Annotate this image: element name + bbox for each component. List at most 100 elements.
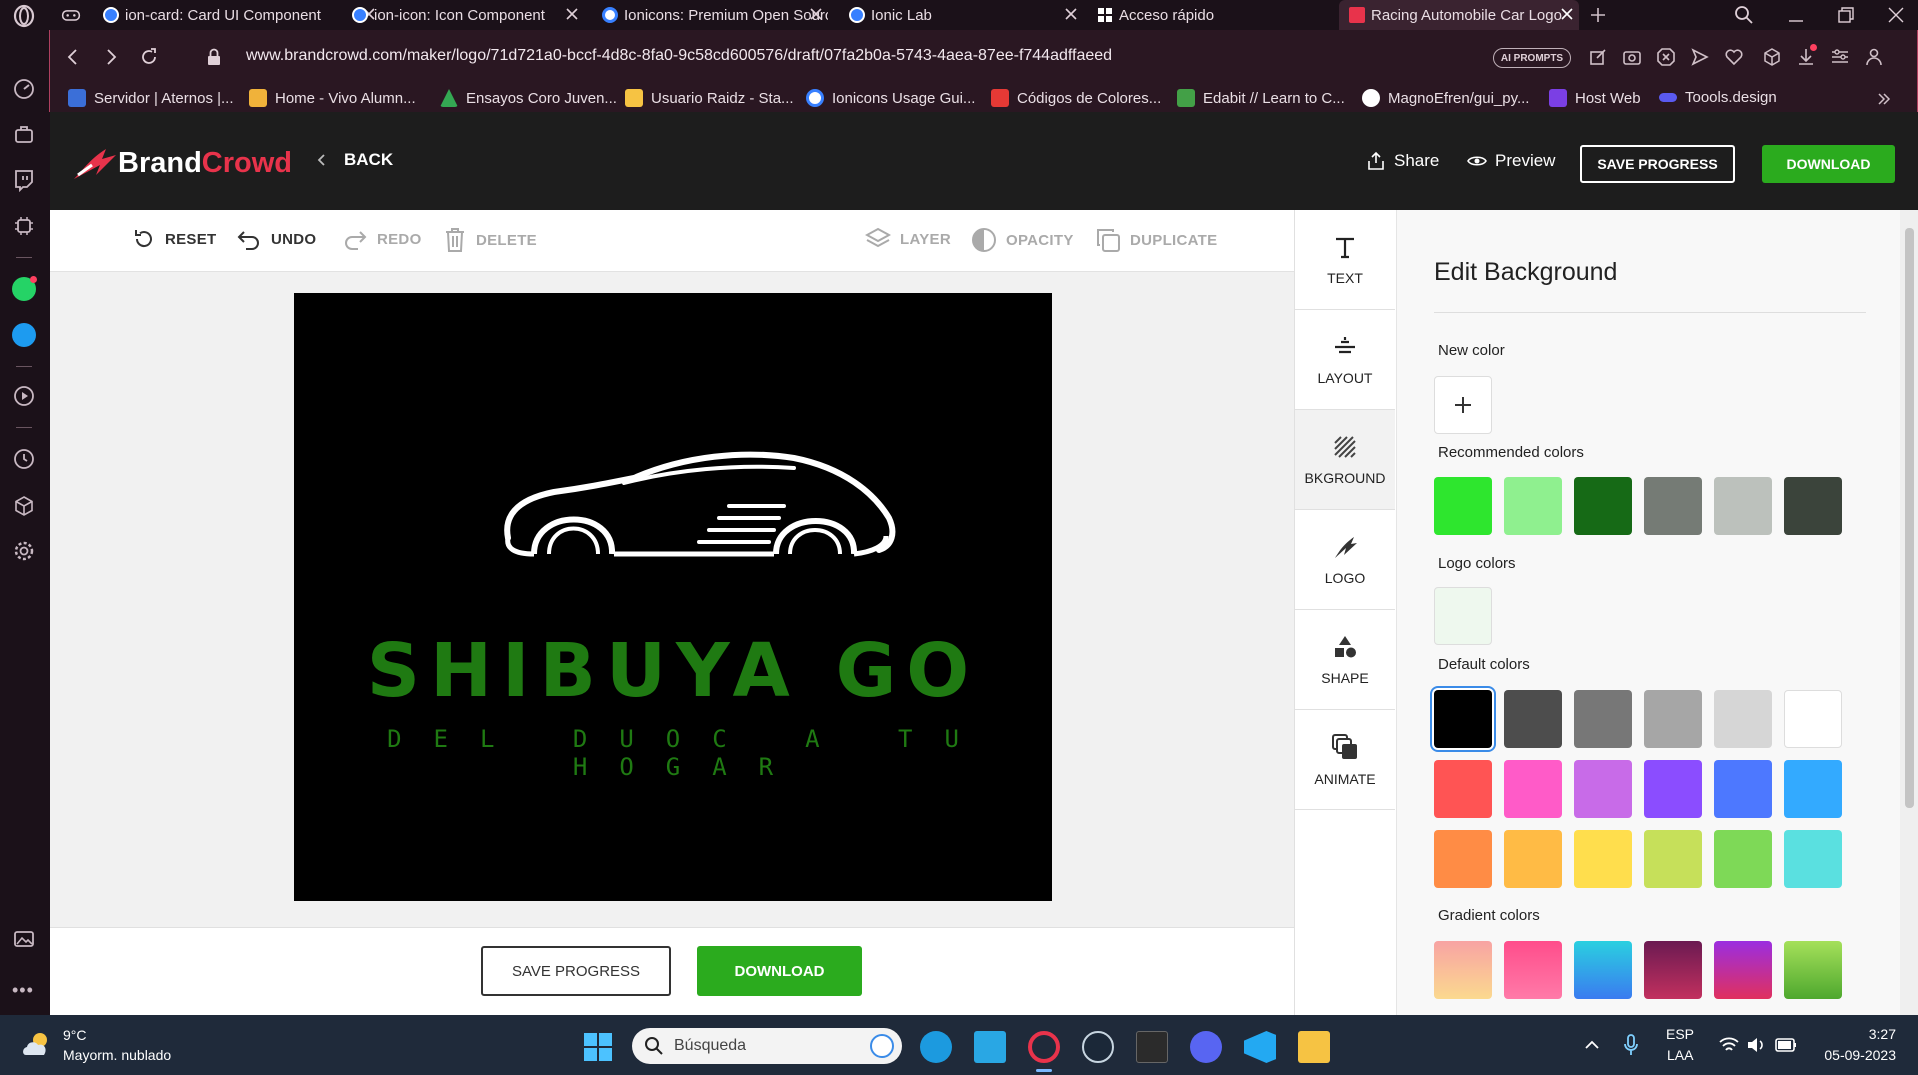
logo-title[interactable]: SHIBUYA GO — [294, 628, 1052, 714]
gradient-color-swatch[interactable] — [1714, 941, 1772, 999]
logo-color-swatch[interactable] — [1434, 587, 1492, 645]
vscode-icon[interactable] — [1244, 1031, 1276, 1063]
battery-icon[interactable] — [1774, 1036, 1798, 1054]
layer-button[interactable]: LAYER — [865, 227, 951, 251]
bookmark-item[interactable]: Servidor | Aternos |... — [68, 89, 234, 107]
forward-nav-icon[interactable] — [102, 48, 120, 66]
file-explorer-icon[interactable] — [1298, 1031, 1330, 1063]
tab-ionicons[interactable]: Ionicons: Premium Open Source — [602, 0, 828, 30]
shopping-icon[interactable] — [12, 122, 36, 146]
back-nav-icon[interactable] — [64, 48, 82, 66]
default-color-swatch[interactable] — [1644, 830, 1702, 888]
settings-icon[interactable] — [12, 539, 36, 563]
bookmark-item[interactable]: Usuario Raidz - Sta... — [625, 89, 794, 107]
clock-date[interactable]: 05-09-2023 — [1808, 1047, 1896, 1063]
tab-ion-icon[interactable]: ion-icon: Icon Component — [352, 0, 584, 30]
menu-layout[interactable]: LAYOUT — [1295, 310, 1395, 410]
bookmark-item[interactable]: MagnoEfren/gui_py... — [1362, 89, 1529, 107]
add-color-button[interactable] — [1434, 376, 1492, 434]
twitter-icon[interactable] — [12, 323, 36, 347]
url-field[interactable]: www.brandcrowd.com/maker/logo/71d721a0-b… — [246, 47, 1112, 65]
default-color-swatch[interactable] — [1504, 760, 1562, 818]
opera-icon[interactable] — [1028, 1031, 1060, 1063]
send-icon[interactable] — [1690, 47, 1710, 67]
default-color-swatch[interactable] — [1504, 830, 1562, 888]
gamepad-icon[interactable] — [61, 6, 81, 24]
default-color-swatch[interactable] — [1574, 760, 1632, 818]
default-color-swatch[interactable] — [1714, 760, 1772, 818]
default-color-swatch[interactable] — [1784, 830, 1842, 888]
minimize-icon[interactable] — [1787, 8, 1805, 24]
input-language[interactable]: ESP — [1666, 1026, 1694, 1042]
brandcrowd-logo[interactable]: Brand Crowd — [72, 145, 292, 181]
remote-desktop-icon[interactable] — [974, 1031, 1006, 1063]
search-icon[interactable] — [1734, 5, 1754, 25]
menu-animate[interactable]: ANIMATE — [1295, 710, 1395, 810]
car-icon[interactable] — [494, 448, 904, 578]
delete-button[interactable]: DELETE — [443, 227, 537, 253]
opacity-button[interactable]: OPACITY — [971, 227, 1074, 253]
default-color-swatch[interactable] — [1434, 830, 1492, 888]
easy-setup-icon[interactable] — [1830, 47, 1850, 67]
gradient-color-swatch[interactable] — [1784, 941, 1842, 999]
extensions-icon[interactable] — [12, 494, 36, 518]
close-icon[interactable] — [564, 6, 580, 22]
scrollbar-thumb[interactable] — [1905, 228, 1914, 808]
close-icon[interactable] — [808, 6, 824, 22]
more-bookmarks-icon[interactable] — [1876, 91, 1892, 107]
duplicate-button[interactable]: DUPLICATE — [1095, 227, 1217, 253]
steam-icon[interactable] — [1082, 1031, 1114, 1063]
volume-icon[interactable] — [1746, 1035, 1766, 1055]
taskbar-search[interactable]: Búsqueda — [632, 1028, 902, 1064]
tab-ionic-lab[interactable]: Ionic Lab — [849, 0, 1079, 30]
default-color-swatch[interactable] — [1574, 830, 1632, 888]
window-close-icon[interactable] — [1887, 6, 1905, 24]
default-color-swatch[interactable] — [1784, 760, 1842, 818]
restore-icon[interactable] — [1837, 6, 1855, 24]
weather-status[interactable]: Mayorm. nublado — [63, 1047, 171, 1063]
close-icon[interactable] — [1063, 6, 1079, 22]
logo-canvas[interactable]: SHIBUYA GO DEL DUOC A TU HOGAR — [294, 293, 1052, 901]
windows-start-icon[interactable] — [582, 1031, 614, 1063]
share-button[interactable]: Share — [1366, 151, 1439, 171]
bookmark-item[interactable]: Toools.design — [1659, 89, 1777, 106]
menu-logo[interactable]: LOGO — [1295, 510, 1395, 610]
tab-racing-logo[interactable]: Racing Automobile Car Logo — [1339, 0, 1579, 30]
default-color-swatch[interactable] — [1714, 830, 1772, 888]
bookmark-item[interactable]: Ionicons Usage Gui... — [806, 89, 975, 107]
recommended-color-swatch[interactable] — [1574, 477, 1632, 535]
default-color-swatch[interactable] — [1434, 760, 1492, 818]
reset-button[interactable]: RESET — [132, 227, 217, 251]
download-button[interactable]: DOWNLOAD — [697, 946, 862, 996]
gradient-color-swatch[interactable] — [1504, 941, 1562, 999]
save-progress-button[interactable]: SAVE PROGRESS — [1580, 145, 1735, 183]
bookmark-item[interactable]: Ensayos Coro Juven... — [440, 89, 617, 107]
speed-dial-icon[interactable] — [12, 77, 36, 101]
menu-text[interactable]: TEXT — [1295, 210, 1395, 310]
close-icon[interactable] — [1559, 6, 1575, 22]
heart-icon[interactable] — [1724, 47, 1744, 67]
panel-scrollbar[interactable] — [1900, 210, 1918, 1015]
cube-icon[interactable] — [1762, 47, 1782, 67]
temperature[interactable]: 9°C — [63, 1027, 87, 1043]
gradient-color-swatch[interactable] — [1434, 941, 1492, 999]
default-color-swatch[interactable] — [1434, 690, 1492, 748]
ai-chip-icon[interactable] — [12, 214, 36, 238]
input-layout[interactable]: LAA — [1667, 1047, 1693, 1063]
recommended-color-swatch[interactable] — [1714, 477, 1772, 535]
history-icon[interactable] — [12, 447, 36, 471]
logo-tagline[interactable]: DEL DUOC A TU HOGAR — [294, 725, 1052, 781]
menu-shape[interactable]: SHAPE — [1295, 610, 1395, 710]
adblock-icon[interactable] — [1656, 47, 1676, 67]
edit-icon[interactable] — [1588, 47, 1608, 67]
new-tab-icon[interactable] — [1589, 6, 1607, 24]
microphone-icon[interactable] — [1622, 1033, 1640, 1057]
reload-icon[interactable] — [139, 47, 159, 67]
bookmark-item[interactable]: Edabit // Learn to C... — [1177, 89, 1345, 107]
preview-button[interactable]: Preview — [1467, 151, 1555, 171]
recommended-color-swatch[interactable] — [1504, 477, 1562, 535]
default-color-swatch[interactable] — [1504, 690, 1562, 748]
profile-icon[interactable] — [1864, 47, 1884, 67]
default-color-swatch[interactable] — [1644, 760, 1702, 818]
download-button[interactable]: DOWNLOAD — [1762, 145, 1895, 183]
